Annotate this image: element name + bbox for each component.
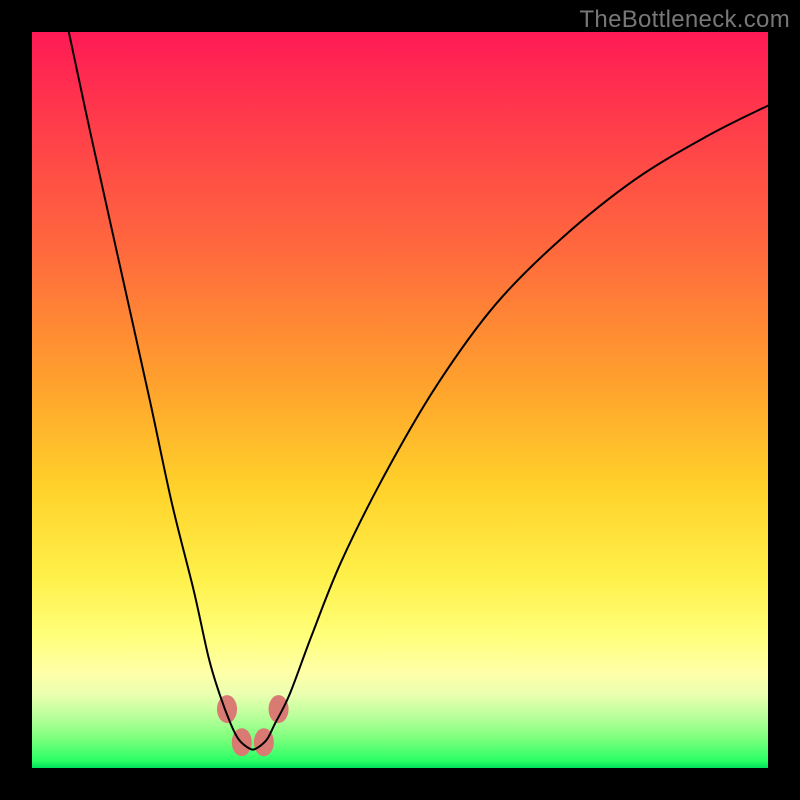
- chart-frame: TheBottleneck.com: [0, 0, 800, 800]
- bottleneck-curve: [69, 32, 768, 750]
- watermark-text: TheBottleneck.com: [579, 6, 790, 34]
- markers-group: [217, 695, 289, 756]
- plot-area: [32, 32, 768, 768]
- curve-svg: [32, 32, 768, 768]
- curve-marker: [217, 695, 237, 723]
